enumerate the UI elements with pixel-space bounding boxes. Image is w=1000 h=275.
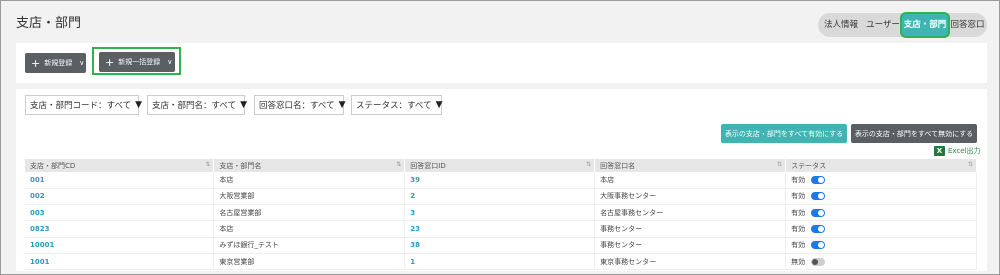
status-label: 無効	[791, 257, 806, 266]
bulk-register-highlight: + 新規一括登録 ∨	[92, 47, 181, 75]
sort-icon: ⇅	[967, 161, 973, 168]
triangle-down-icon: ▼	[135, 100, 142, 110]
status-toggle[interactable]	[811, 208, 826, 217]
branch-name-cell: 東京営業部	[213, 253, 406, 271]
branch-cd-link[interactable]: 002	[25, 188, 215, 206]
branch-name-cell: 本店	[213, 220, 406, 238]
branch-cd-link[interactable]: 001	[25, 172, 215, 189]
column-header-branch-cd[interactable]: 支店・部門CD ⇅	[25, 159, 215, 172]
table-row: 001 本店 39 本店 有効	[25, 172, 977, 189]
status-cell: 有効	[785, 204, 977, 222]
excel-export-link[interactable]: X Excel出力	[934, 145, 981, 157]
branch-cd-link[interactable]: 003	[25, 204, 215, 222]
new-register-button[interactable]: + 新規登録 ∨	[25, 53, 86, 73]
status-toggle[interactable]	[811, 225, 826, 234]
toolbar-panel: + 新規登録 ∨ + 新規一括登録 ∨	[16, 43, 987, 83]
branch-table: 支店・部門CD ⇅ 支店・部門名 ⇅ 回答窓口ID ⇅ 回答窓口名 ⇅ ステータス ⇅ 0…	[25, 159, 977, 271]
table-row: 1001 東京営業部 1 東京事務センター 無効	[25, 253, 977, 271]
status-label: 有効	[791, 208, 806, 217]
sort-icon: ⇅	[777, 161, 783, 168]
triangle-down-icon: ▼	[240, 100, 247, 110]
table-row: 003 名古屋営業部 3 名古屋事務センター 有効	[25, 204, 977, 222]
filter-branch-code[interactable]: 支店・部門コード：すべて ▼	[25, 95, 142, 115]
tab-response-window[interactable]: 回答窓口	[948, 13, 987, 37]
tab-bar: 法人情報 ユーザー 支店・部門 回答窓口	[818, 13, 987, 37]
filter-branch-name[interactable]: 支店・部門名：すべて ▼	[147, 95, 247, 115]
column-header-window-id[interactable]: 回答窓口ID ⇅	[404, 159, 596, 172]
plus-icon: +	[105, 55, 115, 69]
chevron-down-icon: ∨	[167, 58, 173, 66]
branch-name-cell: みずほ銀行_テスト	[213, 237, 406, 254]
status-toggle[interactable]	[811, 192, 826, 201]
branch-cd-link[interactable]: 0823	[25, 220, 215, 238]
column-header-window-name[interactable]: 回答窓口名 ⇅	[594, 159, 787, 172]
list-panel: 支店・部門コード：すべて ▼ 支店・部門名：すべて ▼ 回答窓口名：すべて ▼ …	[16, 89, 987, 271]
branch-cd-link[interactable]: 10001	[25, 237, 215, 254]
window-id-link[interactable]: 1	[404, 253, 596, 271]
window-name-cell: 大阪事務センター	[594, 188, 787, 206]
status-cell: 無効	[785, 253, 977, 271]
page-title: 支店・部門	[16, 16, 82, 31]
sort-icon: ⇅	[205, 161, 211, 168]
table-row: 0823 本店 23 事務センター 有効	[25, 220, 977, 238]
sort-icon: ⇅	[396, 161, 402, 168]
window-name-cell: 事務センター	[594, 237, 787, 254]
window-name-cell: 東京事務センター	[594, 253, 787, 271]
window-id-link[interactable]: 38	[404, 237, 596, 254]
triangle-down-icon: ▼	[435, 100, 443, 110]
filter-label: 回答窓口名：すべて	[259, 101, 335, 111]
tab-branches[interactable]: 支店・部門	[902, 14, 948, 36]
status-cell: 有効	[785, 188, 977, 206]
bulk-register-button[interactable]: + 新規一括登録 ∨	[99, 52, 175, 72]
column-header-branch-name[interactable]: 支店・部門名 ⇅	[213, 159, 406, 172]
tab-corporate-info[interactable]: 法人情報	[818, 13, 864, 37]
window-id-link[interactable]: 2	[404, 188, 596, 206]
table-row: 10001 みずほ銀行_テスト 38 事務センター 有効	[25, 237, 977, 254]
tab-users[interactable]: ユーザー	[864, 13, 902, 37]
excel-icon: X	[934, 146, 945, 156]
status-label: 有効	[791, 192, 806, 201]
window-id-link[interactable]: 23	[404, 220, 596, 238]
bulk-register-label: 新規一括登録	[118, 58, 161, 66]
disable-all-button[interactable]: 表示の支店・部門をすべて無効にする	[851, 124, 977, 143]
chevron-down-icon: ∨	[79, 59, 85, 67]
status-toggle[interactable]	[811, 175, 826, 184]
window-id-link[interactable]: 3	[404, 204, 596, 222]
plus-icon: +	[31, 56, 41, 70]
window-name-cell: 本店	[594, 172, 787, 189]
new-register-label: 新規登録	[44, 59, 73, 67]
status-toggle[interactable]	[811, 241, 826, 250]
branch-cd-link[interactable]: 1001	[25, 253, 215, 271]
status-label: 有効	[791, 225, 806, 234]
filter-label: ステータス：すべて	[356, 101, 432, 111]
window-name-cell: 事務センター	[594, 220, 787, 238]
branch-name-cell: 大阪営業部	[213, 188, 406, 206]
table-row: 002 大阪営業部 2 大阪事務センター 有効	[25, 188, 977, 206]
excel-export-label: Excel出力	[948, 147, 981, 155]
window-id-link[interactable]: 39	[404, 172, 596, 189]
app-frame: 支店・部門 法人情報 ユーザー 支店・部門 回答窓口 + 新規登録 ∨ + 新規…	[0, 0, 1000, 275]
branch-name-cell: 本店	[213, 172, 406, 189]
status-cell: 有効	[785, 172, 977, 189]
column-header-status[interactable]: ステータス ⇅	[785, 159, 977, 172]
enable-all-button[interactable]: 表示の支店・部門をすべて有効にする	[721, 124, 847, 143]
status-label: 有効	[791, 241, 806, 250]
filter-label: 支店・部門名：すべて	[152, 101, 237, 111]
window-name-cell: 名古屋事務センター	[594, 204, 787, 222]
filter-window-name[interactable]: 回答窓口名：すべて ▼	[254, 95, 346, 115]
status-cell: 有効	[785, 220, 977, 238]
branch-name-cell: 名古屋営業部	[213, 204, 406, 222]
filter-label: 支店・部門コード：すべて	[30, 101, 132, 111]
filter-status[interactable]: ステータス：すべて ▼	[351, 95, 443, 115]
status-cell: 有効	[785, 237, 977, 254]
status-toggle[interactable]	[811, 257, 826, 266]
table-header-row: 支店・部門CD ⇅ 支店・部門名 ⇅ 回答窓口ID ⇅ 回答窓口名 ⇅ ステータス ⇅	[25, 159, 977, 172]
triangle-down-icon: ▼	[338, 100, 346, 110]
status-label: 有効	[791, 175, 806, 184]
sort-icon: ⇅	[586, 161, 592, 168]
